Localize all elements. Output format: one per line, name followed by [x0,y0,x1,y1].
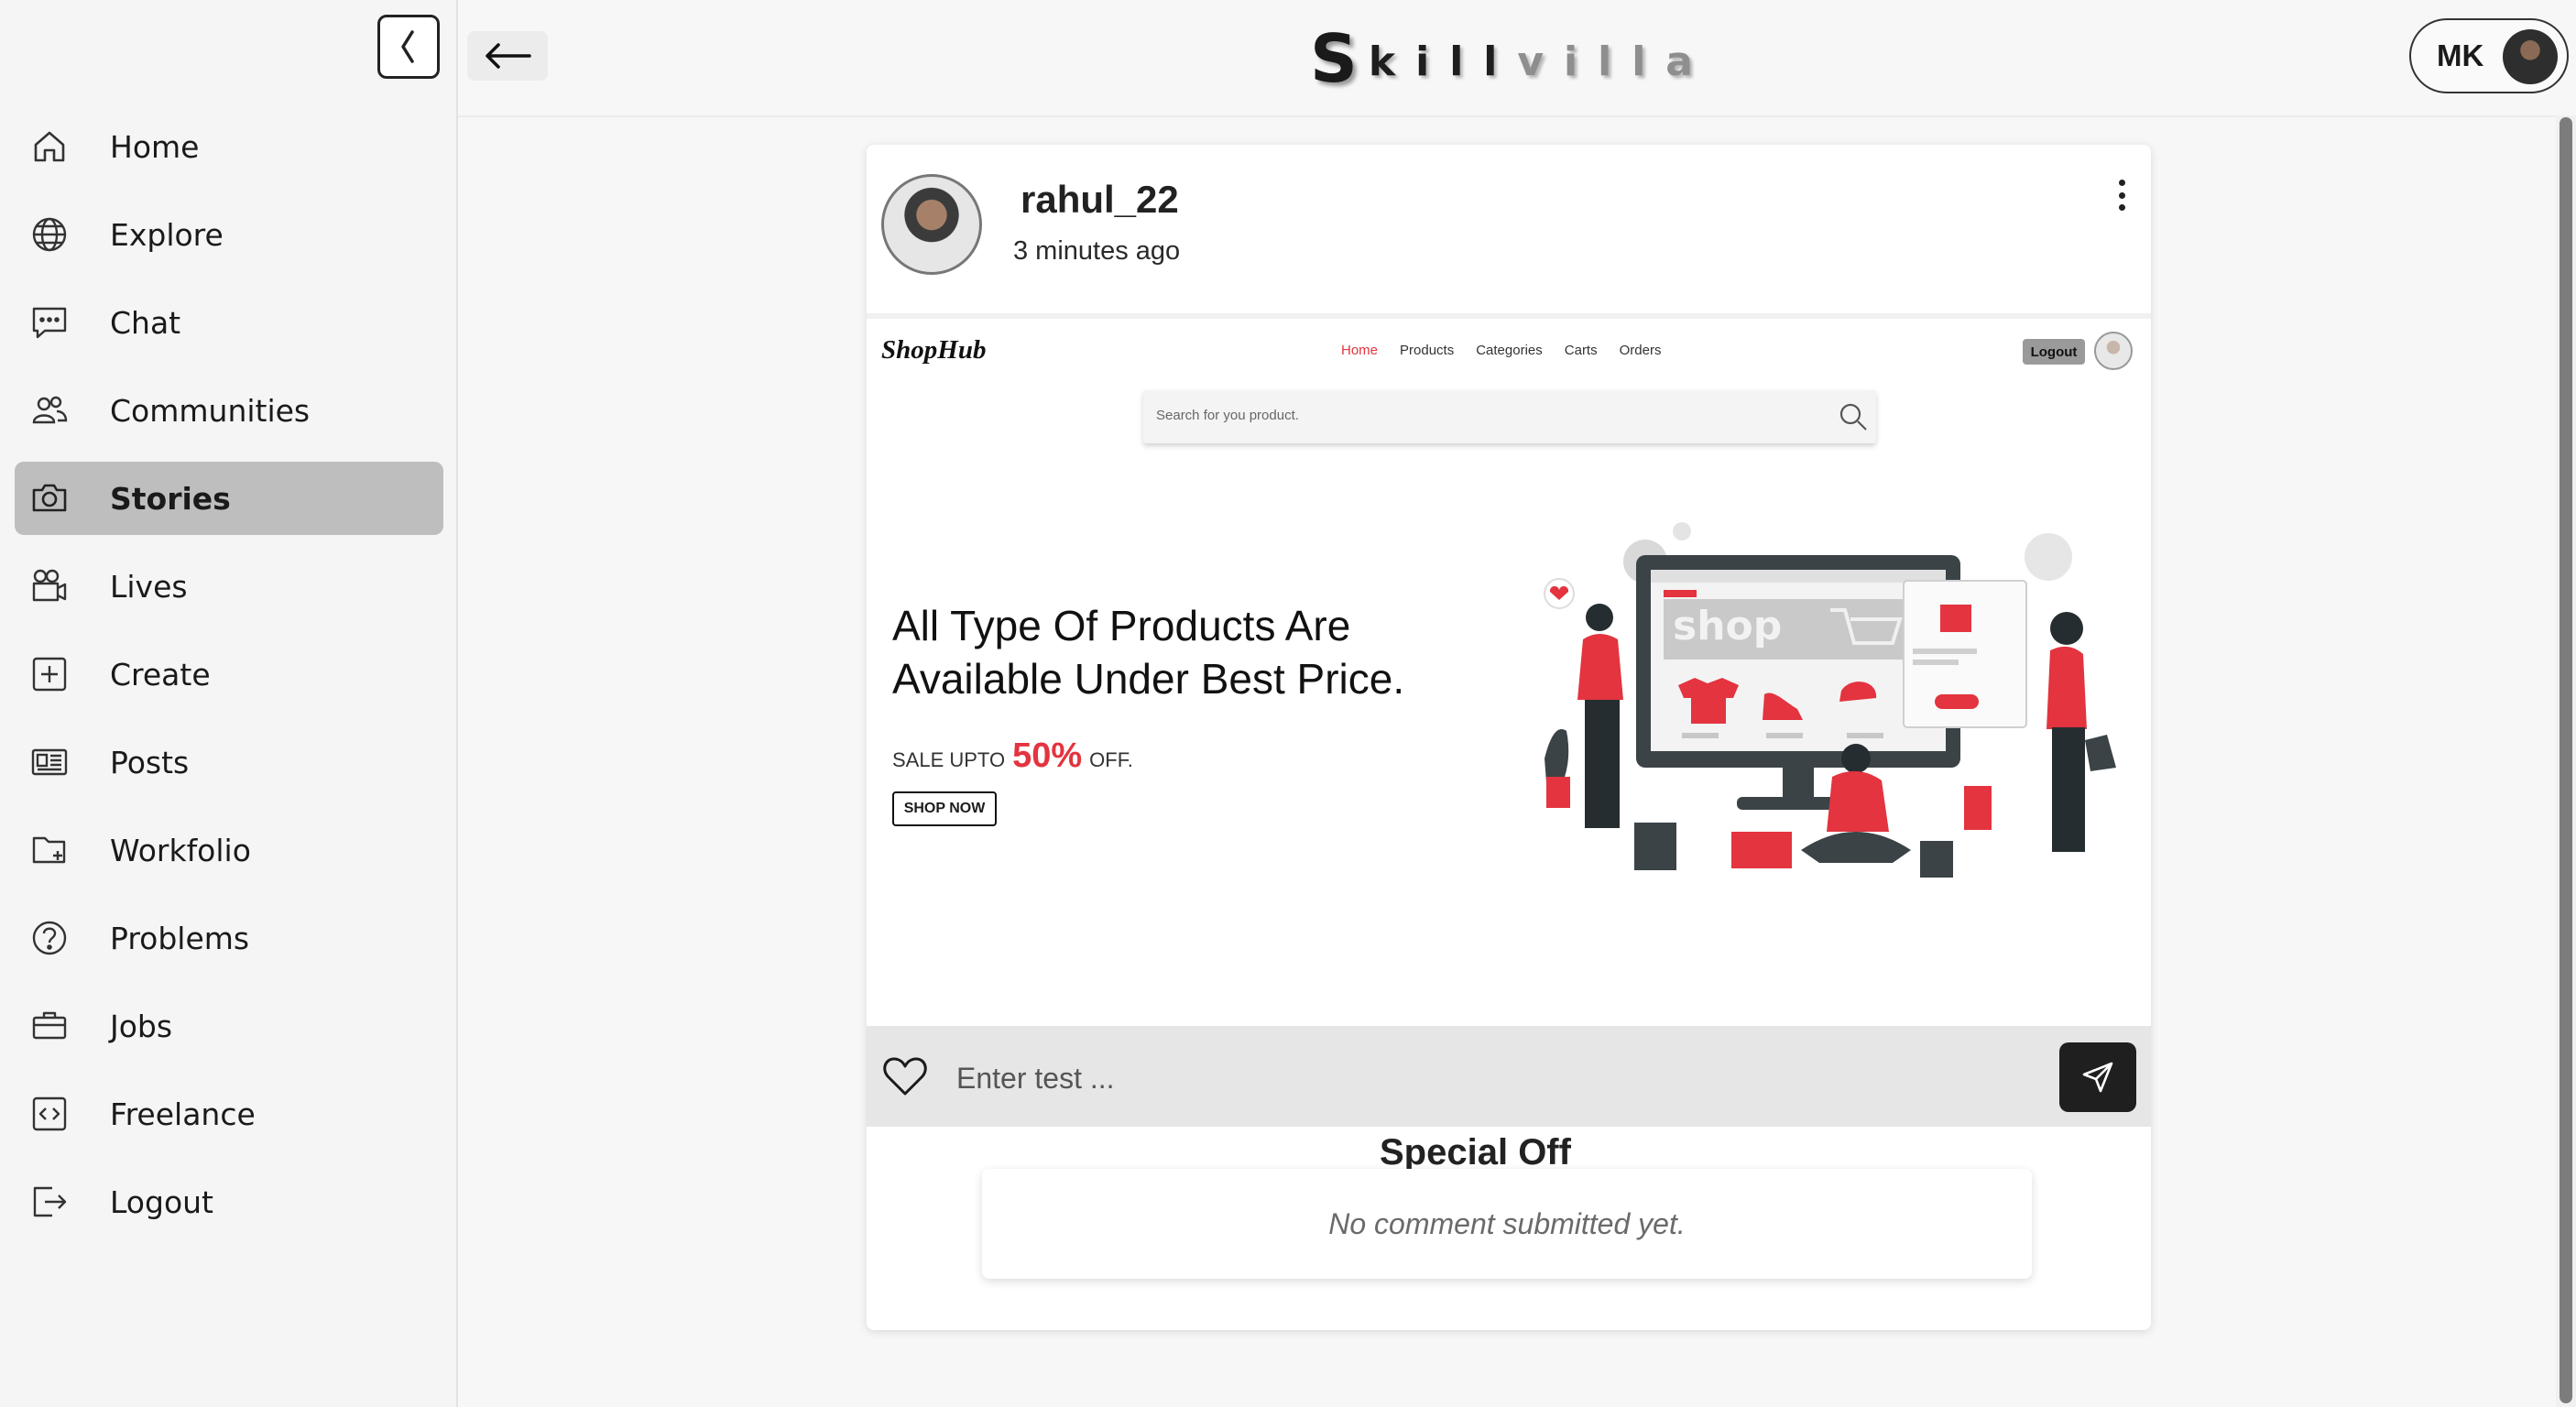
shop-nav-orders: Orders [1619,343,1662,358]
arrow-left-icon [486,43,531,69]
post-card: rahul_22 3 minutes ago ShopHub Home Prod… [867,145,2151,1330]
users-icon [27,388,71,432]
sidebar-item-freelance[interactable]: Freelance [15,1077,443,1151]
sale-line: SALE UPTO 50% OFF. [892,736,1133,776]
newspaper-icon [27,740,71,784]
sidebar: Home Explore Chat Communities Stories Li… [0,0,458,1407]
shop-nav-categories: Categories [1476,343,1543,358]
skillvilla-logo[interactable]: S killvilla [1310,20,1713,97]
post-author-avatar[interactable] [881,174,982,275]
sidebar-item-label: Posts [110,744,190,780]
post-timestamp: 3 minutes ago [1013,236,1181,266]
shopping-illustration: shop [1544,522,2116,878]
sidebar-item-workfolio[interactable]: Workfolio [15,813,443,887]
post-username[interactable]: rahul_22 [1021,178,1179,222]
question-icon [27,916,71,960]
sidebar-item-explore[interactable]: Explore [15,198,443,271]
avatar [2503,29,2558,84]
sidebar-item-create[interactable]: Create [15,638,443,711]
camera-icon [27,476,71,520]
search-icon [1839,403,1867,431]
plus-square-icon [27,652,71,696]
sidebar-item-posts[interactable]: Posts [15,725,443,799]
shop-nav-home: Home [1341,343,1379,358]
scrollbar-thumb[interactable] [2560,117,2572,1403]
logo-initial: S [1310,20,1358,97]
sidebar-item-chat[interactable]: Chat [15,286,443,359]
heart-icon[interactable] [881,1053,929,1099]
send-comment-button[interactable] [2059,1042,2136,1112]
logo-text: killvilla [1369,42,1713,82]
shop-nav-carts: Carts [1564,343,1598,358]
no-comments-text: No comment submitted yet. [1328,1206,1686,1240]
sidebar-item-label: Chat [110,304,181,341]
sidebar-item-label: Lives [110,568,188,605]
sidebar-item-communities[interactable]: Communities [15,374,443,447]
sidebar-item-logout[interactable]: Logout [15,1165,443,1238]
sidebar-item-label: Communities [110,392,311,429]
sale-suffix: OFF. [1089,748,1133,771]
sidebar-item-label: Stories [110,480,231,517]
chevron-left-icon [401,30,414,63]
sale-prefix: SALE UPTO [892,748,1006,771]
sidebar-item-label: Freelance [110,1096,256,1132]
shop-avatar [2094,332,2133,370]
logo-text-light: villa [1517,38,1713,85]
home-icon [27,125,71,169]
comments-empty-state: No comment submitted yet. [982,1169,2032,1279]
sidebar-item-label: Home [110,128,200,165]
shop-search-placeholder: Search for you product. [1156,408,1299,423]
shop-logout: Logout [2023,339,2085,365]
shop-search-bar: Search for you product. [1143,390,1876,443]
logo-text-dark: kill [1368,38,1518,85]
briefcase-icon [27,1004,71,1048]
comment-bar [867,1026,2151,1127]
top-header: S killvilla MK [458,0,2576,117]
special-offer-heading: Special Off [1380,1132,1571,1171]
sidebar-item-jobs[interactable]: Jobs [15,989,443,1063]
code-icon [27,1092,71,1136]
sale-percent: 50% [1012,736,1083,775]
send-icon [2082,1062,2113,1093]
back-button[interactable] [467,31,548,81]
collapse-sidebar-button[interactable] [377,15,440,79]
globe-icon [27,213,71,256]
more-options-icon[interactable] [2116,180,2127,211]
comment-input[interactable] [955,1052,1966,1105]
sidebar-item-lives[interactable]: Lives [15,550,443,623]
illustration-shop-word: shop [1673,603,1782,649]
sidebar-item-label: Logout [110,1183,213,1220]
sidebar-item-label: Jobs [110,1008,173,1044]
shop-nav: Home Products Categories Carts Orders [1341,343,1661,358]
hero-title: All Type Of Products Are Available Under… [892,602,1405,703]
sidebar-item-home[interactable]: Home [15,110,443,183]
chat-icon [27,300,71,344]
sidebar-item-label: Problems [110,920,250,956]
shop-brand: ShopHub [881,335,987,365]
sidebar-item-label: Explore [110,216,224,253]
user-initials: MK [2437,38,2484,72]
shop-now-label: SHOP NOW [892,791,997,826]
logout-icon [27,1180,71,1224]
sidebar-item-label: Create [110,656,211,693]
sidebar-item-problems[interactable]: Problems [15,901,443,975]
folder-plus-icon [27,828,71,872]
shop-nav-products: Products [1400,343,1455,358]
video-icon [27,564,71,608]
user-profile-chip[interactable]: MK [2409,18,2569,93]
sidebar-item-label: Workfolio [110,832,251,868]
sidebar-item-stories[interactable]: Stories [15,462,443,535]
